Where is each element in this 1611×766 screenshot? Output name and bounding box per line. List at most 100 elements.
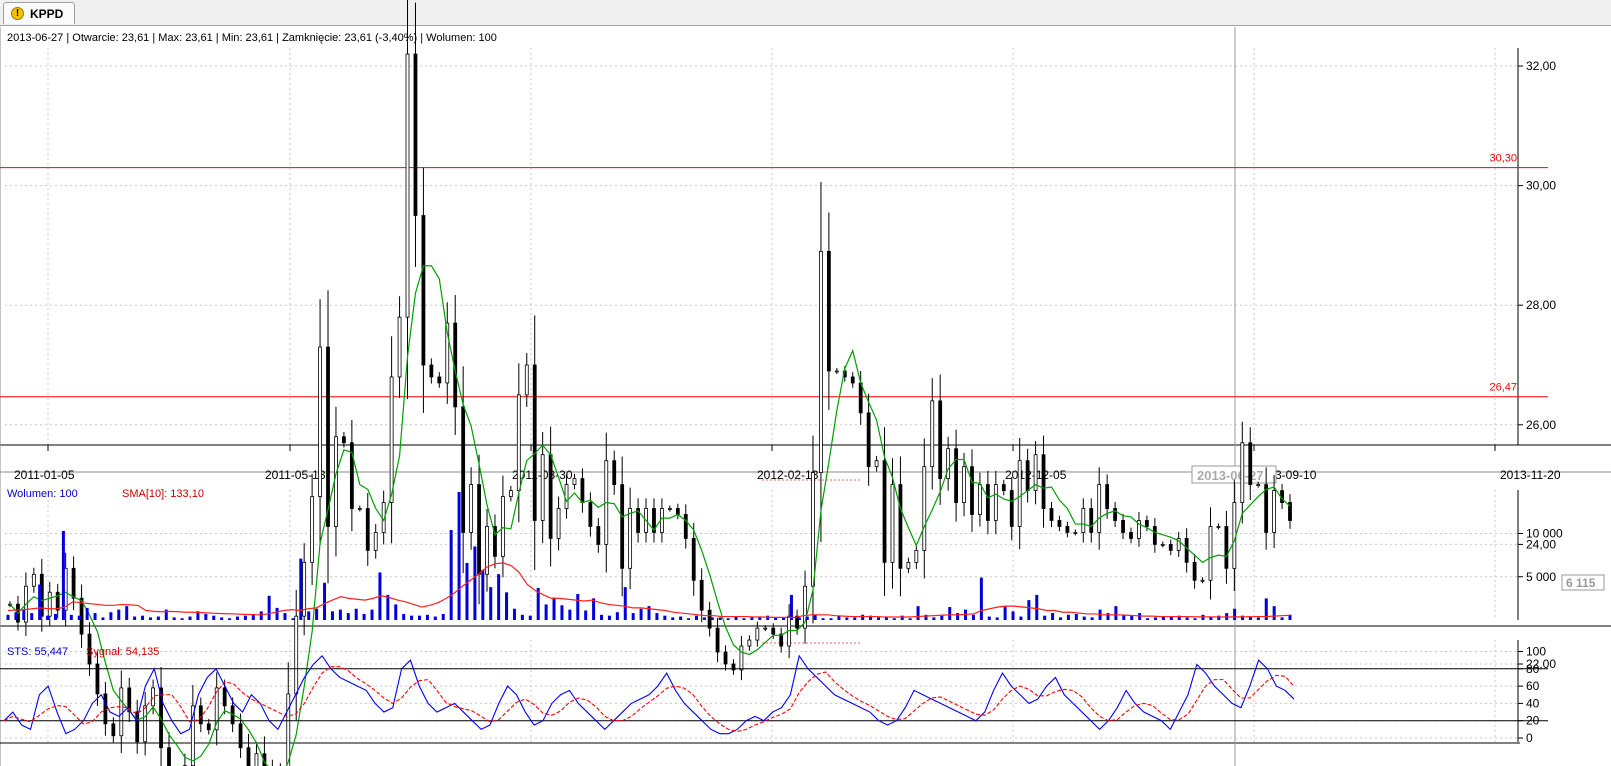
candle-body (691, 538, 696, 581)
volume-bar (528, 615, 532, 620)
volume-bar (1193, 618, 1197, 620)
candle-body (413, 53, 418, 216)
candle-body (516, 394, 521, 491)
candle-body (819, 250, 823, 474)
volume-bar (449, 530, 453, 620)
volume-bar (971, 614, 975, 620)
candle-body (1192, 561, 1197, 581)
volume-bar (1082, 616, 1086, 620)
candle-body (437, 376, 442, 384)
candle-body (715, 627, 720, 653)
candle-body (1121, 520, 1125, 533)
candle-body (1216, 526, 1221, 528)
volume-bar (592, 598, 596, 620)
volume-bar (69, 614, 73, 620)
volume-bar (418, 615, 422, 620)
candle-body (739, 645, 744, 671)
candle-body (962, 466, 966, 503)
volume-bar (330, 611, 334, 620)
volume-bar (267, 595, 271, 620)
volume-bar (694, 615, 698, 620)
volume-bar (940, 615, 944, 620)
candle-body (143, 705, 148, 743)
volume-bar (117, 609, 121, 620)
volume-bar (845, 617, 849, 620)
candle-body (111, 723, 116, 737)
volume-bar (1090, 617, 1094, 620)
chart-area[interactable]: 32,0030,0028,0026,0024,0022,0020,002011-… (0, 0, 1611, 766)
date-tick-label: 2013-11-20 (1500, 468, 1561, 482)
volume-bar (916, 606, 920, 620)
candle-body (771, 627, 776, 635)
candle-body (1160, 544, 1165, 546)
volume-bar (441, 613, 445, 620)
volume-bar (987, 616, 991, 620)
candle-body (811, 472, 815, 587)
volume-bar (805, 616, 809, 620)
candle-body (357, 508, 362, 510)
volume-bar (829, 618, 833, 620)
volume-bar (433, 616, 437, 620)
volume-bar (141, 615, 145, 620)
volume-bar (133, 616, 137, 620)
candle-body (397, 316, 402, 378)
candle-body (1240, 442, 1245, 503)
volume-bar (457, 491, 461, 620)
candle-body (1256, 484, 1261, 487)
candle-body (1129, 532, 1133, 539)
volume-bar (908, 618, 912, 620)
volume-bar (30, 613, 34, 620)
volume-bar (544, 604, 548, 620)
candle-body (461, 406, 466, 533)
volume-bar (1280, 617, 1284, 620)
volume-bar (14, 612, 18, 620)
volume-bar (655, 613, 659, 620)
volume-bar (1059, 617, 1063, 620)
candle-body (1001, 484, 1006, 491)
volume-bar (38, 584, 42, 620)
volume-bar (710, 617, 714, 620)
candle-body (1105, 484, 1110, 509)
candle-body (1073, 532, 1078, 534)
volume-bar (726, 618, 730, 620)
candle-body (326, 346, 330, 527)
candle-body (826, 250, 831, 372)
candle-body (890, 484, 895, 563)
candle-body (1049, 508, 1054, 521)
volume-bar (394, 604, 398, 620)
candle-body (954, 448, 958, 503)
volume-bar (291, 618, 295, 620)
candle-body (1248, 442, 1253, 485)
candle-body (254, 753, 259, 766)
volume-tick-label: 5 000 (1526, 570, 1556, 584)
volume-bar (813, 614, 817, 620)
candle-body (47, 591, 52, 617)
volume-bar (512, 608, 516, 620)
volume-bar (505, 592, 509, 620)
candle-body (246, 747, 251, 766)
volume-bar (861, 614, 865, 620)
volume-bar (1074, 613, 1078, 620)
candle-body (206, 723, 211, 731)
candle-body (747, 639, 752, 647)
volume-bar (600, 614, 604, 620)
volume-bar (228, 618, 232, 620)
volume-bar (956, 613, 960, 620)
volume-bar (243, 615, 247, 620)
candle-body (501, 496, 505, 557)
volume-bar (362, 613, 366, 620)
candle-body (620, 484, 625, 569)
candle-body (572, 478, 577, 485)
volume-sma-line (7, 562, 1291, 619)
volume-bar (1130, 615, 1134, 620)
volume-bar (77, 615, 81, 620)
volume-bar (148, 617, 152, 620)
candle-body (723, 651, 728, 665)
volume-bar (1146, 618, 1150, 620)
candle-body (683, 514, 688, 539)
volume-bar (1153, 617, 1157, 620)
candle-body (699, 579, 704, 611)
volume-bar (85, 607, 89, 620)
volume-tick-label: 10 000 (1526, 527, 1563, 541)
candle-body (588, 502, 593, 527)
